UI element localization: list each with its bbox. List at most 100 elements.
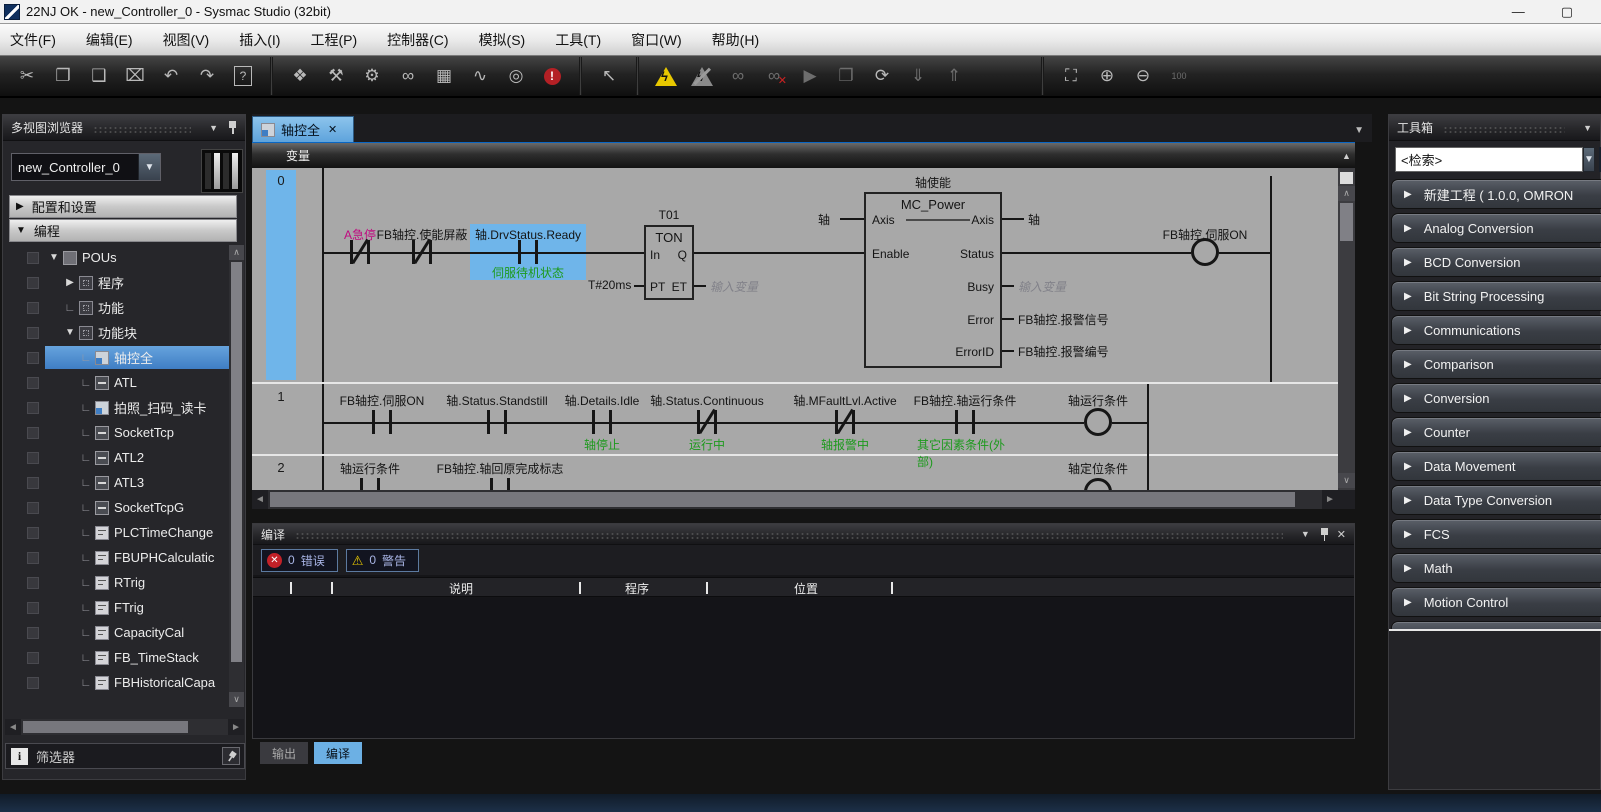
chevron-down-icon[interactable]: ▼ [209, 123, 218, 133]
menu-help[interactable]: 帮助(H) [712, 30, 759, 50]
tree-item-rtrig[interactable]: ∟RTrig [5, 570, 229, 595]
contact-label[interactable]: 轴.Status.Continuous [650, 392, 763, 409]
tree-item-functions[interactable]: ∟功能 [5, 295, 229, 320]
tree-item-programs[interactable]: ▶程序 [5, 270, 229, 295]
no-contact[interactable] [508, 240, 548, 264]
build-results-area[interactable] [253, 598, 1354, 738]
zoom-fit-icon[interactable]: ⛶ [1056, 61, 1086, 91]
block-comment[interactable]: 轴使能 [915, 174, 951, 191]
tree-horizontal-scrollbar[interactable]: ◄ ► [5, 719, 244, 735]
category-comparison[interactable]: ▶Comparison [1391, 349, 1601, 379]
scroll-left-button[interactable]: ◄ [5, 719, 21, 735]
delete-icon[interactable]: ⌧ [120, 61, 150, 91]
go-online-icon[interactable]: ϟ [651, 61, 681, 91]
axis-output[interactable]: 轴 [1028, 211, 1040, 228]
stop-monitor-icon[interactable]: ∞✕ [759, 61, 789, 91]
nc-contact[interactable] [402, 240, 442, 264]
scroll-up-button[interactable]: ∧ [1338, 186, 1355, 201]
scroll-down-button[interactable]: ∨ [1338, 473, 1355, 488]
tree-item-axis-control[interactable]: ∟轴控全 [5, 345, 229, 370]
no-contact[interactable] [362, 410, 402, 434]
menu-window[interactable]: 窗口(W) [631, 30, 682, 50]
no-contact[interactable] [350, 478, 390, 490]
minimize-button[interactable]: — [1512, 4, 1525, 20]
contact-label[interactable]: 轴.MFaultLvl.Active [793, 392, 896, 409]
mc-power-block[interactable]: MC_Power Axis Axis Enable Status Busy Er… [864, 192, 1002, 368]
tree-item-plctimechange[interactable]: ∟PLCTimeChange [5, 520, 229, 545]
tree-item-capacitycal[interactable]: ∟CapacityCal [5, 620, 229, 645]
panel-resize-line[interactable] [1389, 629, 1601, 631]
tab-axis-control[interactable]: 轴控全 ✕ [252, 116, 354, 142]
pin-icon[interactable] [228, 121, 237, 134]
contact-label[interactable]: FB轴控.轴回原完成标志 [437, 460, 564, 477]
rebuild-icon[interactable]: ⚙ [357, 61, 387, 91]
tree-item-fb-timestack[interactable]: ∟FB_TimeStack [5, 645, 229, 670]
tree-item-fbuphcalculatic[interactable]: ∟FBUPHCalculatic [5, 545, 229, 570]
category-communications[interactable]: ▶Communications [1391, 315, 1601, 345]
timer-instance[interactable]: T01 [659, 208, 680, 222]
tri-right-icon[interactable]: ▶ [63, 277, 77, 288]
filter-bar[interactable]: i 筛选器 [5, 743, 245, 769]
tri-down-icon[interactable]: ▼ [63, 327, 77, 338]
monitor-icon[interactable]: ∞ [723, 61, 753, 91]
go-offline-icon[interactable]: ϟ [687, 61, 717, 91]
tab-build[interactable]: 编译 [314, 742, 362, 764]
zoom-100-icon[interactable]: 100 [1164, 61, 1194, 91]
menu-edit[interactable]: 编辑(E) [86, 30, 133, 50]
section-config[interactable]: ▶ 配置和设置 [9, 195, 237, 218]
tree-item-sockettcpg[interactable]: ∟SocketTcpG [5, 495, 229, 520]
tree-item-atl[interactable]: ∟ATL [5, 370, 229, 395]
nc-contact[interactable] [825, 410, 865, 434]
help-icon[interactable]: ? [228, 61, 258, 91]
watch-pulse-icon[interactable]: ∿ [465, 61, 495, 91]
category-motion-control[interactable]: ▶Motion Control [1391, 587, 1601, 617]
ladder-vertical-scrollbar[interactable]: ∧ ∨ [1338, 168, 1355, 490]
pt-value[interactable]: T#20ms [588, 278, 631, 292]
coil-label[interactable]: 轴运行条件 [1068, 392, 1128, 409]
upload-icon[interactable]: ⇑ [939, 61, 969, 91]
zoom-out-icon[interactable]: ⊖ [1128, 61, 1158, 91]
chevron-down-icon[interactable]: ▼ [1301, 529, 1310, 539]
category-bit-string[interactable]: ▶Bit String Processing [1391, 281, 1601, 311]
scroll-up-button[interactable]: ∧ [229, 245, 244, 260]
category-analog-conversion[interactable]: ▶Analog Conversion [1391, 213, 1601, 243]
variables-bar[interactable]: 变量 ▲ [252, 142, 1355, 168]
chevron-down-icon[interactable]: ▼ [138, 154, 160, 180]
zoom-in-icon[interactable]: ⊕ [1092, 61, 1122, 91]
scroll-right-button[interactable]: ► [228, 719, 244, 735]
run-mode-icon[interactable]: ▶ [795, 61, 825, 91]
scroll-up-icon[interactable]: ▲ [1338, 151, 1355, 161]
tree-item-ftrig[interactable]: ∟FTrig [5, 595, 229, 620]
tree-item-sockettcp[interactable]: ∟SocketTcp [5, 420, 229, 445]
category-math[interactable]: ▶Math [1391, 553, 1601, 583]
search-all-icon[interactable]: ◎ [501, 61, 531, 91]
menu-project[interactable]: 工程(P) [310, 30, 357, 50]
watch-icon[interactable]: ∞ [393, 61, 423, 91]
menu-tools[interactable]: 工具(T) [555, 30, 601, 50]
category-fcs[interactable]: ▶FCS [1391, 519, 1601, 549]
menu-view[interactable]: 视图(V) [163, 30, 210, 50]
copy-icon[interactable]: ❐ [48, 61, 78, 91]
errorid-value[interactable]: FB轴控.报警编号 [1018, 343, 1109, 360]
output-coil[interactable] [1084, 478, 1112, 490]
error-list-icon[interactable]: ! [537, 61, 567, 91]
section-programming[interactable]: ▼ 编程 [9, 219, 237, 242]
rung2-number[interactable]: 2 [266, 460, 296, 475]
category-bcd-conversion[interactable]: ▶BCD Conversion [1391, 247, 1601, 277]
nc-contact[interactable] [340, 240, 380, 264]
contact-label[interactable]: 轴.Details.Idle [565, 392, 640, 409]
menu-insert[interactable]: 插入(I) [239, 30, 280, 50]
category-other[interactable]: ▶Other [1391, 621, 1601, 629]
close-tab-icon[interactable]: ✕ [328, 123, 337, 136]
column-location[interactable]: 位置 [794, 580, 818, 597]
menu-controller[interactable]: 控制器(C) [387, 30, 448, 50]
tree-item-pous[interactable]: ▼POUs [5, 245, 229, 270]
pin-icon[interactable] [1320, 528, 1329, 541]
error-value[interactable]: FB轴控.报警信号 [1018, 311, 1109, 328]
column-description[interactable]: 说明 [449, 580, 473, 597]
tab-output[interactable]: 输出 [260, 742, 308, 764]
et-value[interactable]: 输入变量 [710, 278, 758, 295]
rung0-number[interactable]: 0 [266, 173, 296, 188]
rung1-number[interactable]: 1 [266, 389, 296, 404]
no-contact[interactable] [480, 478, 520, 490]
